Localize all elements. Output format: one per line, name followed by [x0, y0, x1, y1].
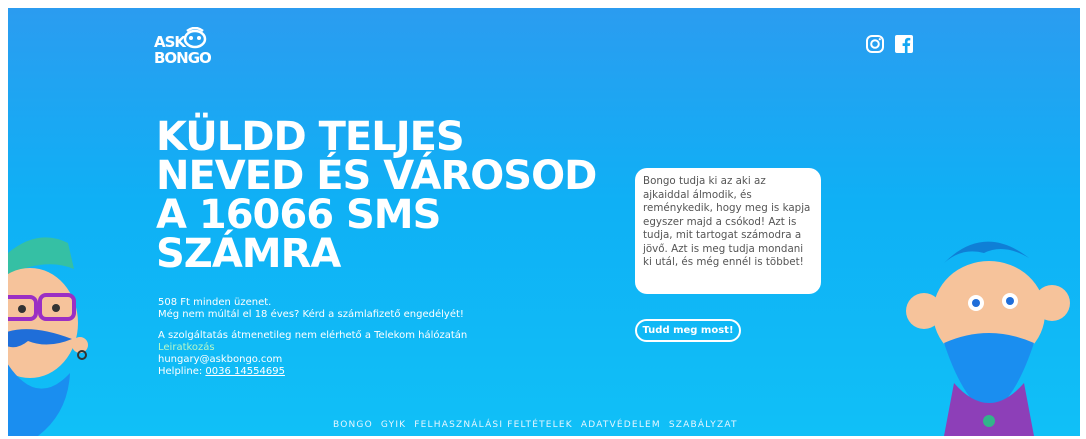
footer-link-privacy[interactable]: ADATVÉDELEM	[581, 420, 661, 430]
bongo-character-right	[906, 241, 1070, 436]
tudd-meg-most-button[interactable]: Tudd meg most!	[635, 319, 741, 342]
bongo-character-left	[8, 237, 88, 436]
price-text: 508 Ft minden üzenet.	[158, 297, 272, 308]
unsubscribe-link[interactable]: Leiratkozás	[158, 342, 467, 354]
notice-text: A szolgáltatás átmenetileg nem elérhető …	[158, 330, 468, 341]
headline-line: KÜLDD TELJES	[156, 114, 465, 160]
email-text[interactable]: hungary@askbongo.com	[158, 354, 467, 366]
footer-link-rules[interactable]: SZABÁLYZAT	[669, 420, 738, 430]
speech-bubble: Bongo tudja ki az aki az ajkaiddal álmod…	[635, 168, 821, 294]
instagram-icon[interactable]	[865, 34, 885, 54]
headline-line: A 16066 SMS	[156, 192, 441, 238]
footer-nav: BONGO GYIK FELHASZNÁLÁSI FELTÉTELEK ADAT…	[333, 420, 738, 430]
headline-line: SZÁMRA	[156, 231, 341, 277]
social-links	[865, 34, 914, 54]
footer-link-gyik[interactable]: GYIK	[381, 420, 406, 430]
ask-bongo-logo[interactable]: ASK BONGO	[154, 25, 214, 75]
footer-link-terms[interactable]: FELHASZNÁLÁSI FELTÉTELEK	[414, 420, 573, 430]
helpline-number-link[interactable]: 0036 14554695	[205, 366, 285, 377]
landing-page: ASK BONGO KÜLDD TELJES NEVED ÉS VÁROSOD …	[8, 8, 1080, 436]
bongo-face-icon	[183, 27, 207, 49]
age-text: Még nem múltál el 18 éves? Kérd a számla…	[158, 309, 464, 320]
helpline: Helpline: 0036 14554695	[158, 366, 285, 377]
facebook-icon[interactable]	[894, 34, 914, 54]
info-block: 508 Ft minden üzenet. Még nem múltál el …	[158, 297, 467, 378]
headline: KÜLDD TELJES NEVED ÉS VÁROSOD A 16066 SM…	[156, 114, 597, 277]
footer-link-bongo[interactable]: BONGO	[333, 420, 373, 430]
headline-line: NEVED ÉS VÁROSOD	[156, 153, 597, 199]
